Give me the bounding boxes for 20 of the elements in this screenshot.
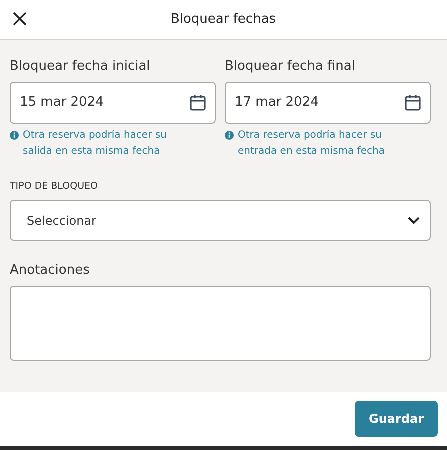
calendar-icon bbox=[189, 94, 207, 112]
close-icon bbox=[13, 12, 27, 26]
date-field[interactable]: 17 mar 2024 bbox=[225, 82, 431, 124]
calendar-icon bbox=[404, 94, 422, 112]
field-label: Anotaciones bbox=[10, 262, 91, 280]
date-field[interactable]: 15 mar 2024 bbox=[10, 82, 216, 124]
notes-field[interactable] bbox=[10, 286, 431, 361]
field-label: Bloquear fecha final bbox=[225, 58, 356, 76]
hint-text: Otra reserva podría hacer su salida en esta misma fecha bbox=[23, 129, 168, 159]
date-value: 15 mar 2024 bbox=[20, 94, 104, 112]
field-label: Bloquear fecha inicial bbox=[10, 58, 152, 76]
dialog-title: Bloquear fechas bbox=[170, 10, 276, 29]
section-label: TIPO DE BLOQUEO bbox=[10, 180, 100, 194]
info-icon bbox=[10, 131, 19, 140]
block-type-select[interactable]: Seleccionar bbox=[10, 200, 431, 242]
date-value: 17 mar 2024 bbox=[235, 94, 319, 112]
save-button[interactable]: Guardar bbox=[354, 401, 438, 437]
hint-text: Otra reserva podría hacer su entrada en esta misma fecha bbox=[238, 129, 386, 159]
chevron-down-icon bbox=[408, 216, 420, 225]
info-icon bbox=[225, 131, 234, 140]
